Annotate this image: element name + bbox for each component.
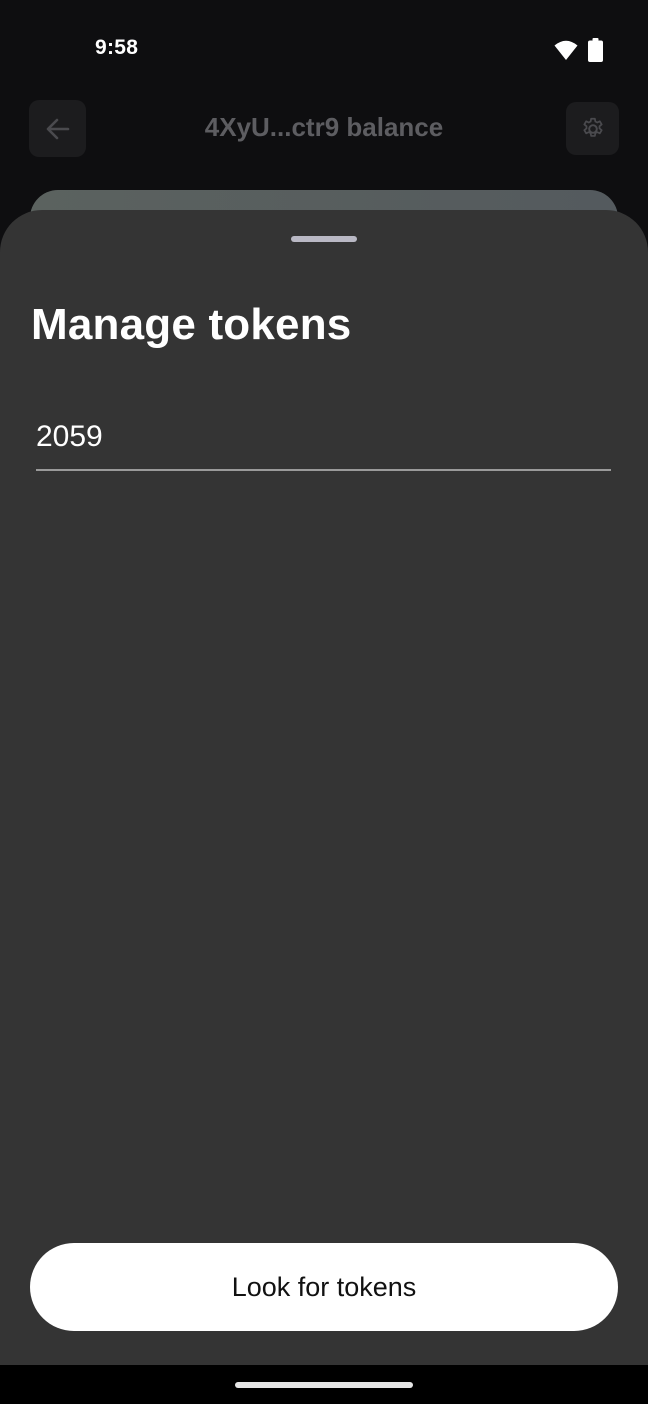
sheet-title: Manage tokens	[31, 300, 352, 349]
status-time: 9:58	[95, 36, 139, 59]
navigation-bar	[0, 1365, 648, 1404]
look-for-tokens-button[interactable]: Look for tokens	[30, 1243, 618, 1331]
sheet-drag-handle[interactable]	[291, 236, 357, 242]
battery-icon	[588, 38, 603, 62]
token-search-input[interactable]	[36, 405, 611, 471]
manage-tokens-sheet: Manage tokens Look for tokens	[0, 210, 648, 1365]
settings-button[interactable]	[566, 102, 619, 155]
home-indicator[interactable]	[235, 1382, 413, 1388]
wifi-icon	[554, 40, 578, 60]
screen-header: 4XyU...ctr9 balance	[0, 90, 648, 190]
page-title: 4XyU...ctr9 balance	[204, 112, 444, 142]
gear-icon	[582, 117, 603, 137]
status-bar: 9:58	[0, 0, 648, 90]
